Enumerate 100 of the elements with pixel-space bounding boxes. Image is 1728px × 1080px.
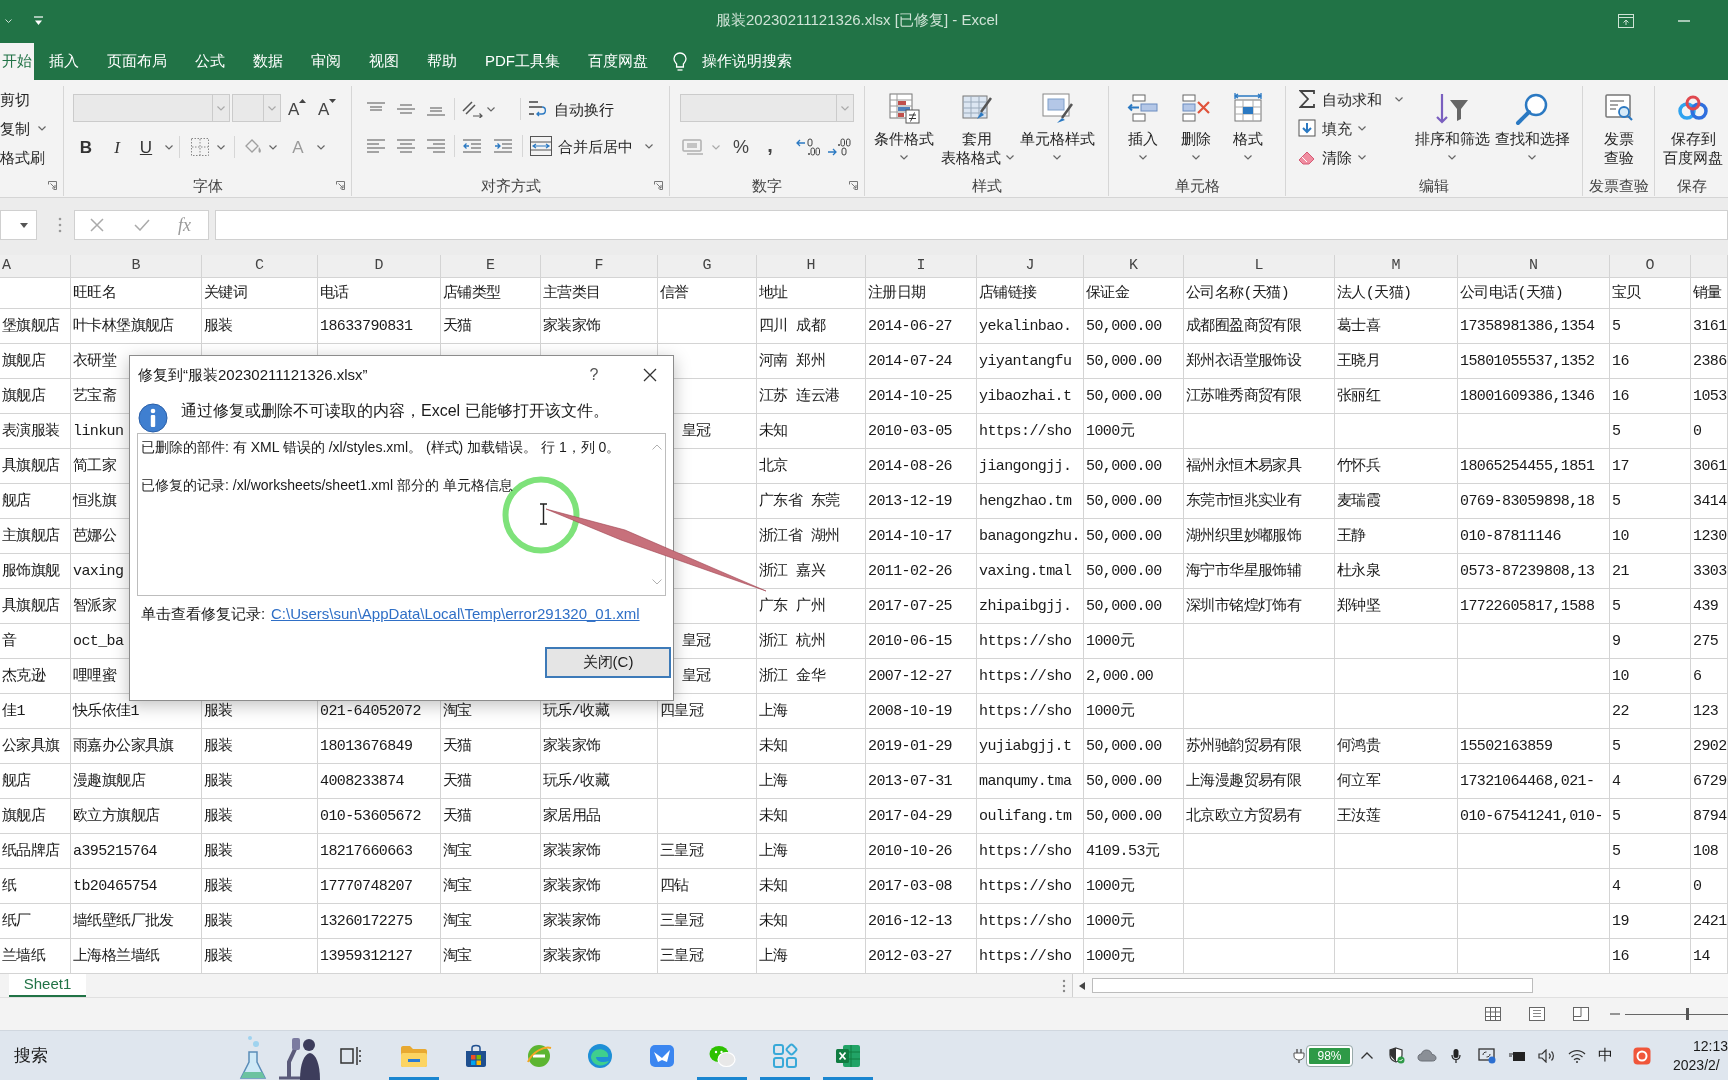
- dialog-launcher-icon[interactable]: [849, 180, 858, 190]
- caret-icon[interactable]: [900, 155, 908, 160]
- cloud-icon[interactable]: [1417, 1049, 1437, 1062]
- cell-styles-button[interactable]: 单元格样式: [1016, 86, 1098, 167]
- cut-button[interactable]: 剪切: [0, 89, 63, 109]
- invoice-check-icon[interactable]: [1604, 93, 1634, 123]
- plug-icon[interactable]: [1293, 1047, 1305, 1064]
- caret-icon[interactable]: [1139, 155, 1147, 160]
- decrease-indent-icon[interactable]: [463, 139, 481, 153]
- task-view-icon[interactable]: [340, 1045, 362, 1066]
- cancel-icon[interactable]: [90, 218, 104, 232]
- column-header[interactable]: M: [1335, 255, 1457, 277]
- caret-icon[interactable]: [1358, 125, 1366, 131]
- input-method-indicator[interactable]: 中: [1597, 1044, 1613, 1067]
- orientation-icon[interactable]: [461, 100, 483, 118]
- ribbon-tab[interactable]: 开始: [0, 43, 34, 80]
- screen-sync-icon[interactable]: [1478, 1047, 1496, 1064]
- caret-icon[interactable]: [1448, 155, 1456, 160]
- column-header[interactable]: L: [1184, 255, 1334, 277]
- grow-font-button[interactable]: A: [288, 96, 308, 120]
- decrease-decimal-icon[interactable]: [827, 138, 851, 156]
- wrap-text-button[interactable]: 自动换行: [528, 99, 614, 119]
- shield-icon[interactable]: [1389, 1047, 1405, 1064]
- cloud-drive-icon[interactable]: [1677, 95, 1709, 121]
- ribbon-tab[interactable]: 百度网盘: [575, 43, 661, 80]
- format-cells-icon[interactable]: [1232, 92, 1264, 122]
- power-battery-icon[interactable]: [1508, 1049, 1526, 1062]
- dialog-launcher-icon[interactable]: [654, 180, 663, 190]
- caret-icon[interactable]: [645, 143, 653, 149]
- clock-time[interactable]: 12:13: [1693, 1036, 1728, 1056]
- column-header[interactable]: O: [1610, 255, 1690, 277]
- grip-icon[interactable]: [58, 217, 62, 233]
- globe-browser-icon[interactable]: [526, 1042, 552, 1069]
- insert-cells-icon[interactable]: [1127, 94, 1159, 122]
- column-header[interactable]: A: [0, 255, 70, 277]
- zoom-slider-thumb[interactable]: [1686, 1008, 1690, 1020]
- microphone-icon[interactable]: [1451, 1047, 1461, 1064]
- column-header[interactable]: I: [866, 255, 976, 277]
- sum-icon[interactable]: [1299, 90, 1315, 108]
- caret-icon[interactable]: [317, 144, 325, 150]
- column-header[interactable]: K: [1084, 255, 1183, 277]
- caret-icon[interactable]: [1192, 155, 1200, 160]
- clock-date[interactable]: 2023/2/: [1673, 1055, 1728, 1075]
- up-triangle-icon[interactable]: [299, 99, 307, 103]
- fill-button[interactable]: 填充: [1286, 117, 1406, 139]
- ribbon-tab[interactable]: PDF工具集: [472, 43, 573, 80]
- clear-button[interactable]: 清除: [1286, 146, 1406, 168]
- comma-style-button[interactable]: ,: [762, 135, 778, 159]
- delete-cells-button[interactable]: 删除: [1172, 86, 1220, 167]
- ribbon-tab[interactable]: 数据: [240, 43, 296, 80]
- save-to-cloud-button[interactable]: 保存到 百度网盘: [1660, 86, 1726, 167]
- caret-icon[interactable]: [217, 144, 225, 150]
- spreadsheet-app-icon[interactable]: [835, 1043, 861, 1068]
- repair-log-link[interactable]: C:\Users\sun\AppData\Local\Temp\error291320_01.xml: [271, 602, 640, 626]
- page-layout-icon[interactable]: [1529, 1007, 1545, 1021]
- percent-button[interactable]: %: [731, 135, 751, 159]
- tell-me-search[interactable]: 操作说明搜索: [673, 43, 792, 80]
- invoice-check-button[interactable]: 发票 查验: [1588, 86, 1650, 167]
- ribbon-tab[interactable]: 插入: [36, 43, 92, 80]
- minimize-icon[interactable]: [1678, 19, 1690, 22]
- merge-center-icon[interactable]: [530, 136, 552, 156]
- zoom-slider[interactable]: [1625, 1007, 1728, 1021]
- column-header[interactable]: E: [441, 255, 540, 277]
- sort-filter-button[interactable]: 排序和筛选: [1413, 86, 1491, 167]
- fill-color-icon[interactable]: [243, 138, 263, 156]
- font-size-field[interactable]: [232, 94, 281, 122]
- caret-icon[interactable]: [1005, 155, 1014, 160]
- copy-button[interactable]: 复制: [0, 118, 63, 138]
- format-cells-button[interactable]: 格式: [1224, 86, 1272, 167]
- dialog-launcher-icon[interactable]: [48, 180, 57, 190]
- eraser-icon[interactable]: [1297, 149, 1317, 165]
- borders-icon[interactable]: [191, 138, 209, 156]
- horizontal-scrollbar[interactable]: [1072, 974, 1728, 997]
- autosum-button[interactable]: 自动求和: [1286, 88, 1406, 110]
- conditional-formatting-button[interactable]: 条件格式: [871, 86, 937, 167]
- down-triangle-icon[interactable]: [329, 99, 337, 103]
- chat-bubbles-icon[interactable]: [708, 1043, 736, 1068]
- ribbon-tab[interactable]: 帮助: [414, 43, 470, 80]
- page-break-icon[interactable]: [1573, 1007, 1589, 1021]
- conditional-formatting-icon[interactable]: [888, 92, 920, 124]
- delete-cells-icon[interactable]: [1181, 94, 1211, 122]
- caret-icon[interactable]: [269, 144, 277, 150]
- lightbulb-icon[interactable]: [673, 51, 687, 72]
- bold-button[interactable]: B: [74, 135, 98, 159]
- sheet-tab[interactable]: Sheet1: [9, 974, 86, 997]
- scrollbar-thumb[interactable]: [1092, 978, 1533, 993]
- help-button[interactable]: ?: [579, 360, 609, 390]
- wrap-text-icon[interactable]: [528, 99, 548, 119]
- scroll-left-icon[interactable]: [1079, 981, 1085, 990]
- column-header[interactable]: B: [71, 255, 201, 277]
- speaker-icon[interactable]: [1538, 1048, 1556, 1063]
- column-header[interactable]: N: [1458, 255, 1609, 277]
- column-header[interactable]: H: [757, 255, 865, 277]
- checkmark-icon[interactable]: [134, 219, 150, 231]
- font-name-field[interactable]: [73, 94, 230, 122]
- close-dialog-button[interactable]: 关闭(C): [545, 647, 671, 678]
- find-select-button[interactable]: 查找和选择: [1493, 86, 1571, 167]
- customize-toolbar-icon[interactable]: [34, 16, 43, 25]
- format-painter-button[interactable]: 格式刷: [0, 147, 63, 167]
- split-handle-icon[interactable]: [1062, 978, 1066, 993]
